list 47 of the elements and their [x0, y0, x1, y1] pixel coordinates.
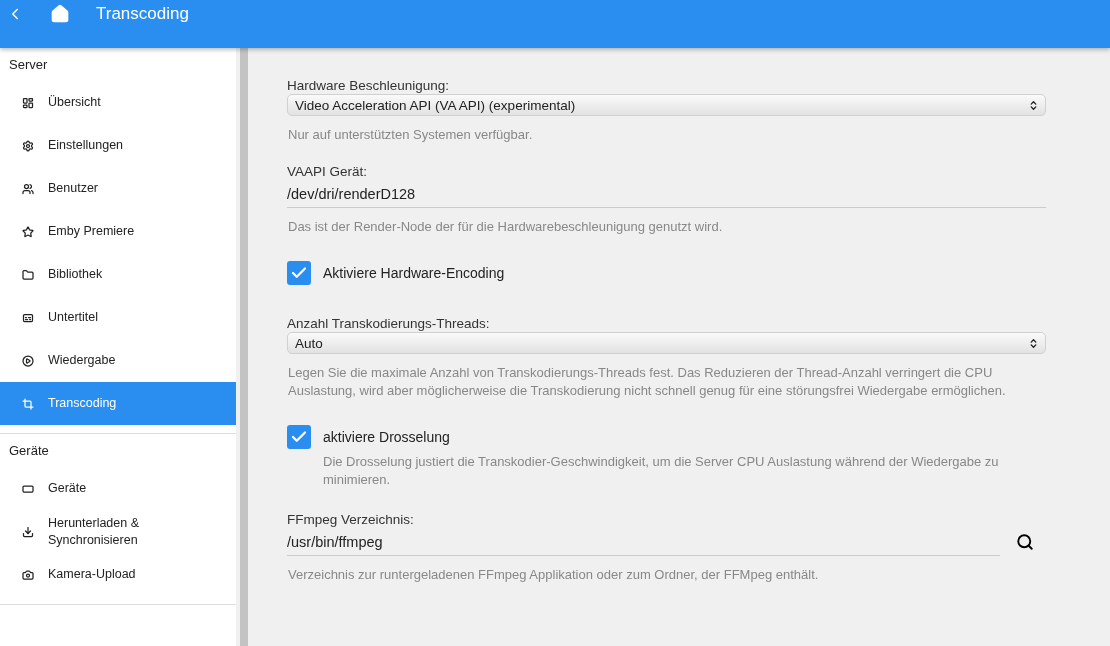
screen-icon [22, 482, 34, 495]
help-text: Verzeichnis zur runtergeladenen FFmpeg Applikation oder zum Ordner, der FFMpeg enthält. [287, 566, 820, 584]
crop-icon [22, 397, 34, 410]
checkbox-label: aktiviere Drosselung [323, 429, 450, 445]
sidebar-item[interactable]: Emby Premiere [0, 210, 236, 253]
help-text: Legen Sie die maximale Anzahl von Transkodierungs-Threads fest. Das Reduzieren der Thread-Anzahl verringert die CPU Auslastung, wird aber möglicherweise die Transkodierung nicht schnell genug für eine störungsfrei Wiedergabe ermöglichen. [287, 364, 1007, 400]
field-label: VAAPI Gerät: [287, 163, 369, 180]
field-label: FFmpeg Verzeichnis: [287, 511, 415, 528]
users-icon [22, 182, 34, 195]
sidebar-item[interactable]: Übersicht [0, 81, 236, 124]
sidebar-item[interactable]: Benutzer [0, 167, 236, 210]
star-icon [22, 225, 34, 238]
checkbox[interactable] [287, 425, 311, 449]
updown-icon [1028, 99, 1039, 111]
help-text: Nur auf unterstützten Systemen verfügbar. [287, 126, 534, 144]
dashboard-icon [22, 96, 34, 109]
search-icon [1016, 533, 1034, 551]
section-title: Geräte [8, 442, 50, 460]
checkbox-label: Aktiviere Hardware-Encoding [323, 265, 505, 281]
help-text: Die Drosselung justiert die Transkodier-Geschwindigkeit, um die Server CPU Auslastung während der Wiedergabe zu minimieren. [322, 453, 1000, 489]
home-icon [50, 4, 70, 24]
camera-icon [22, 568, 34, 581]
select-field[interactable]: Video Acceleration API (VA API) (experimental) [287, 94, 1046, 116]
sidebar-item[interactable]: Bibliothek [0, 253, 236, 296]
settings-icon [22, 139, 34, 152]
captions-icon [22, 311, 34, 324]
sidebar-item[interactable]: Wiedergabe [0, 339, 236, 382]
folder-icon [22, 268, 34, 281]
input-field[interactable]: /usr/bin/ffmpeg [287, 528, 1000, 556]
sidebar-item[interactable]: Herunterladen & Synchronisieren [0, 510, 236, 553]
updown-icon [1028, 337, 1039, 349]
download-icon [22, 525, 34, 538]
section-title: Server [8, 56, 49, 74]
field-label: Hardware Beschleunigung: [287, 77, 451, 94]
sidebar-item[interactable]: Einstellungen [0, 124, 236, 167]
scrollbar[interactable] [240, 48, 248, 646]
sidebar-item[interactable]: Kamera-Upload [0, 553, 236, 596]
help-text: Das ist der Render-Node der für die Hardwarebeschleunigung genutzt wird. [287, 218, 724, 236]
sidebar-item[interactable]: Geräte [0, 467, 236, 510]
play-icon [22, 354, 34, 367]
checkbox[interactable] [287, 261, 311, 285]
search-button[interactable] [1016, 533, 1034, 551]
select-field[interactable]: Auto [287, 332, 1046, 354]
page-title: Transcoding [96, 4, 189, 24]
field-label: Anzahl Transkodierungs-Threads: [287, 315, 491, 332]
sidebar-item[interactable]: Untertitel [0, 296, 236, 339]
input-field[interactable]: /dev/dri/renderD128 [287, 180, 1046, 208]
